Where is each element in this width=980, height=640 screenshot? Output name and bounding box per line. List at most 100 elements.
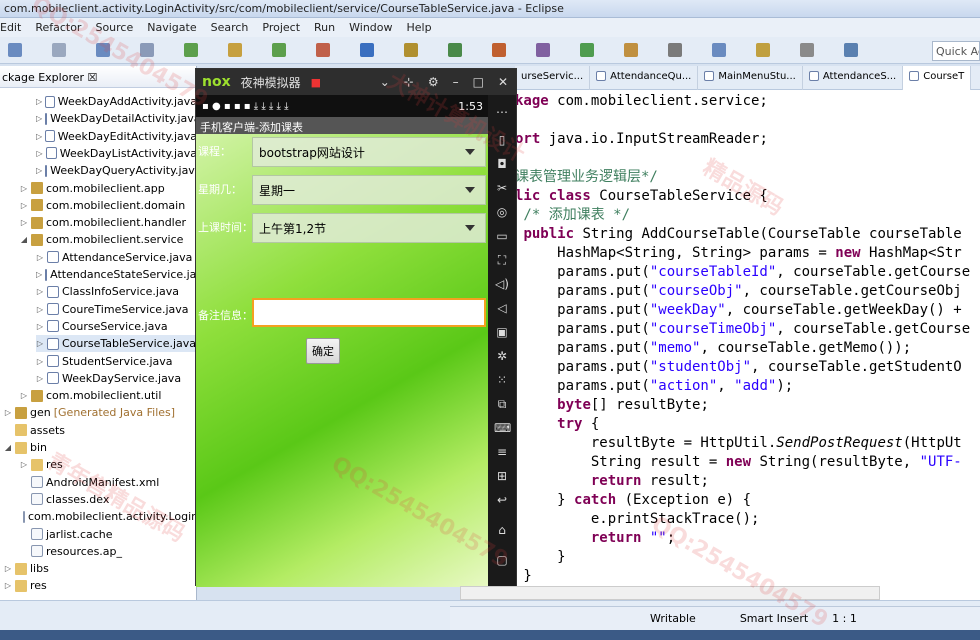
tree-item[interactable]: AndroidManifest.xml [20,474,196,491]
expand-toggle-icon[interactable]: ▷ [4,564,12,573]
expand-toggle-icon[interactable]: ▷ [36,339,44,348]
debug-icon[interactable] [184,43,198,57]
new-icon[interactable] [8,43,22,57]
next-icon[interactable] [580,43,594,57]
back-icon[interactable] [668,43,682,57]
expand-toggle-icon[interactable]: ◢ [4,443,12,452]
expand-toggle-icon[interactable]: ▷ [36,253,44,262]
home-icon[interactable]: ⌂ [494,523,510,537]
package-explorer-tab[interactable]: ckage Explorer ☒ [0,66,196,88]
tool-icon[interactable] [492,43,506,57]
expand-toggle-icon[interactable]: ▷ [36,149,43,158]
expand-toggle-icon[interactable]: ▷ [36,97,42,106]
confirm-button[interactable]: 确定 [306,338,340,364]
robot-icon[interactable]: ◘ [494,157,510,171]
wrench-icon[interactable] [536,43,550,57]
class-time-spinner[interactable]: 上午第1,2节 [252,213,486,243]
loading-icon[interactable]: ✲ [494,349,510,363]
close-icon[interactable]: ✕ [498,75,508,89]
code-editor[interactable]: urseServic... AttendanceQu... MainMenuStu.… [515,66,980,600]
maximize-icon[interactable]: □ [473,75,484,89]
forward-icon[interactable] [712,43,726,57]
tree-item[interactable]: ▷ WeekDayEditActivity.java [36,128,196,145]
back-icon[interactable]: ↩ [494,493,510,507]
expand-toggle-icon[interactable]: ▷ [20,201,28,210]
tree-item[interactable]: jarlist.cache [20,526,196,543]
tree-item[interactable]: ◢ bin [4,439,196,456]
expand-toggle-icon[interactable]: ▷ [36,132,42,141]
editor-tab[interactable]: CourseT [903,66,972,90]
build-icon[interactable] [140,43,154,57]
app-install-icon[interactable]: ▣ [494,325,510,339]
record-icon[interactable]: ■ [311,76,321,89]
expand-toggle-icon[interactable]: ▷ [20,218,28,227]
tree-item[interactable]: ▷ ClassInfoService.java [36,283,196,300]
expand-toggle-icon[interactable]: ▷ [20,460,28,469]
shake-icon[interactable]: ▯ [494,133,510,147]
annotation-icon[interactable] [624,43,638,57]
expand-toggle-icon[interactable]: ▷ [36,357,44,366]
menu-item[interactable]: Navigate [147,21,196,34]
recent-apps-icon[interactable]: ▢ [494,553,510,567]
location-icon[interactable]: ◎ [494,205,510,219]
expand-toggle-icon[interactable]: ▷ [36,287,44,296]
menu-item[interactable]: Search [211,21,249,34]
editor-tab[interactable]: AttendanceQu... [590,66,699,90]
tree-item[interactable]: ▷ AttendanceStateService.java [36,266,196,283]
editor-tab[interactable]: MainMenuStu... [698,66,803,90]
refresh-icon[interactable] [448,43,462,57]
task-icon[interactable] [404,43,418,57]
save-icon[interactable] [52,43,66,57]
horizontal-scrollbar[interactable] [460,586,880,600]
more-icon[interactable]: ⋯ [494,105,510,119]
quick-access-input[interactable]: Quick Ac [932,41,980,61]
search-icon[interactable] [360,43,374,57]
editor-tab[interactable]: AttendanceS... [803,66,904,90]
expand-toggle-icon[interactable]: ▷ [36,374,44,383]
expand-toggle-icon[interactable]: ▷ [36,114,42,123]
weekday-spinner[interactable]: 星期一 [252,175,486,205]
menu-item[interactable]: Project [262,21,300,34]
keyboard-icon[interactable]: ⌨ [494,421,511,435]
stop-icon[interactable] [316,43,330,57]
tree-item[interactable]: ▷ WeekDayDetailActivity.java [36,110,196,127]
tree-item[interactable]: ▷ WeekDayListActivity.java [36,145,196,162]
package-icon[interactable] [228,43,242,57]
menu-icon[interactable]: ≡ [494,445,510,459]
tree-item[interactable]: ▷ CourseService.java [36,318,196,335]
tree-item[interactable]: resources.ap_ [20,543,196,560]
expand-toggle-icon[interactable]: ▷ [36,322,44,331]
expand-toggle-icon[interactable]: ◢ [20,235,28,244]
volume-down-icon[interactable]: ◁ [494,301,510,315]
expand-toggle-icon[interactable]: ▷ [20,184,28,193]
screen-icon[interactable]: ▭ [494,229,510,243]
tree-item[interactable]: assets [4,422,196,439]
expand-toggle-icon[interactable]: ▷ [36,166,42,175]
course-spinner[interactable]: bootstrap网站设计 [252,137,486,167]
expand-toggle-icon[interactable]: ▷ [4,408,12,417]
code-area[interactable]: kage com.mobileclient.service; ort java.i… [515,92,980,600]
tree-item[interactable]: ◢ com.mobileclient.service [20,231,196,248]
tree-item[interactable]: ▷ res [20,456,196,473]
expand-toggle-icon[interactable]: ▷ [4,581,12,590]
perspective-icon[interactable] [844,43,858,57]
chevron-down-icon[interactable]: ⌄ [380,75,390,89]
memo-input[interactable] [252,298,486,327]
tree-item[interactable]: ▷ AttendanceService.java [36,249,196,266]
tree-item[interactable]: ▷ libs [4,560,196,577]
menu-item[interactable]: Window [349,21,392,34]
tree-item[interactable]: ▷ CoureTimeService.java [36,301,196,318]
tree-item[interactable]: ▷ WeekDayAddActivity.java [36,93,196,110]
menu-item[interactable]: Refactor [35,21,81,34]
expand-toggle-icon[interactable]: ▷ [36,270,42,279]
tree-item[interactable]: ▷ res [4,577,196,594]
menu-item[interactable]: Edit [0,21,21,34]
tree-item[interactable]: ▷ WeekDayQueryActivity.java [36,162,196,179]
tree-item[interactable]: ▷ WeekDayService.java [36,370,196,387]
tree-item[interactable]: com.mobileclient.activity.Login [20,508,196,525]
scissors-icon[interactable]: ✂ [494,181,510,195]
editor-tab[interactable]: urseServic... [515,66,591,90]
tree-item[interactable]: classes.dex [20,491,196,508]
tree-item[interactable]: ▷ com.mobileclient.handler [20,214,196,231]
expand-toggle-icon[interactable]: ▷ [36,305,44,314]
